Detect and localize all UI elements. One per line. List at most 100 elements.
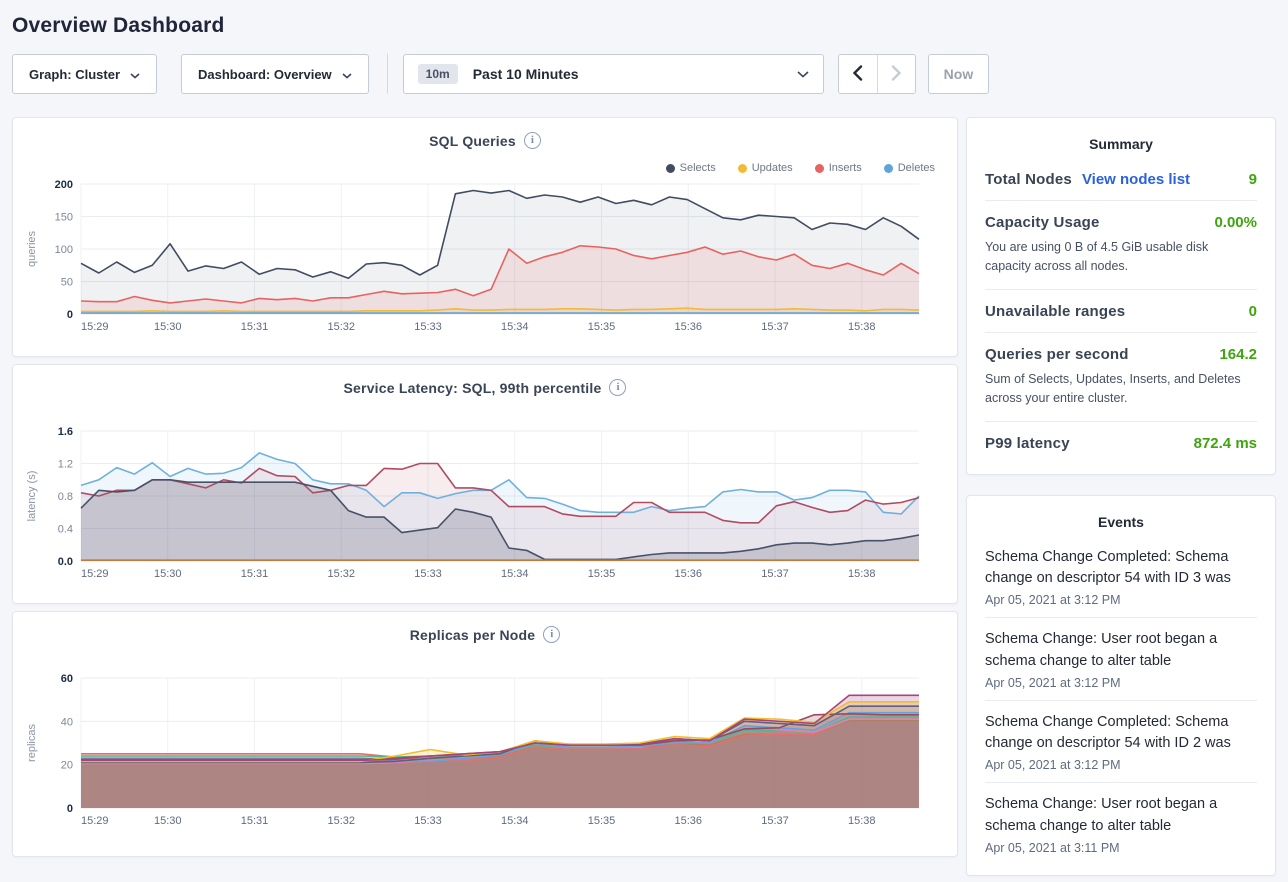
svg-text:15:38: 15:38 (848, 815, 876, 827)
time-range-label: Past 10 Minutes (473, 66, 579, 82)
sql-queries-chart: 15:2915:3015:3115:3215:3315:3415:3515:36… (21, 172, 949, 344)
event-item[interactable]: Schema Change: User root began a schema … (985, 617, 1257, 700)
chart-title: Service Latency: SQL, 99th percentile (344, 380, 602, 396)
svg-text:15:38: 15:38 (848, 568, 876, 580)
next-interval-button[interactable] (877, 55, 915, 93)
event-text: Schema Change Completed: Schema change o… (985, 547, 1257, 591)
toolbar-divider (387, 54, 388, 94)
chart-plot-area: 15:2915:3015:3115:3215:3315:3415:3515:36… (21, 419, 949, 596)
svg-text:15:32: 15:32 (327, 321, 355, 333)
chevron-left-icon (852, 65, 863, 84)
events-panel: Events Schema Change Completed: Schema c… (966, 495, 1276, 876)
svg-text:15:30: 15:30 (154, 815, 182, 827)
time-range-picker[interactable]: 10m Past 10 Minutes (403, 54, 824, 94)
event-item[interactable]: Schema Change: User root began a schema … (985, 782, 1257, 865)
svg-text:50: 50 (61, 277, 73, 289)
svg-text:150: 150 (55, 212, 73, 224)
event-timestamp: Apr 05, 2021 at 3:11 PM (985, 841, 1257, 855)
dashboard-dropdown-label: Dashboard: Overview (198, 67, 332, 82)
sidebar-column: Summary Total Nodes View nodes list 9 Ca… (966, 117, 1276, 876)
svg-text:15:37: 15:37 (761, 568, 789, 580)
svg-text:1.6: 1.6 (58, 426, 73, 438)
info-icon[interactable]: i (609, 379, 626, 396)
svg-text:replicas: replicas (26, 724, 38, 762)
dashboard-content: SQL Queries i SelectsUpdatesInsertsDelet… (12, 117, 1276, 876)
info-icon[interactable]: i (543, 626, 560, 643)
qps-label: Queries per second (985, 346, 1129, 363)
event-text: Schema Change Completed: Schema change o… (985, 712, 1257, 756)
overview-dashboard-page: Overview Dashboard Graph: Cluster Dashbo… (0, 14, 1288, 876)
svg-text:15:31: 15:31 (241, 321, 269, 333)
graph-dropdown-label: Graph: Cluster (29, 67, 120, 82)
total-nodes-label: Total Nodes (985, 171, 1072, 188)
svg-text:0.8: 0.8 (58, 491, 73, 503)
prev-interval-button[interactable] (839, 55, 877, 93)
svg-text:100: 100 (55, 244, 73, 256)
chart-title: Replicas per Node (410, 627, 536, 643)
svg-text:15:36: 15:36 (674, 321, 702, 333)
svg-text:15:29: 15:29 (81, 568, 109, 580)
svg-text:15:35: 15:35 (588, 321, 616, 333)
svg-text:15:29: 15:29 (81, 815, 109, 827)
svg-text:15:36: 15:36 (674, 815, 702, 827)
svg-text:15:35: 15:35 (588, 815, 616, 827)
summary-row-qps: Queries per second 164.2 Sum of Selects,… (985, 333, 1257, 422)
page-title: Overview Dashboard (12, 14, 1276, 38)
event-item[interactable]: Schema Change Completed: Schema change o… (985, 536, 1257, 618)
svg-text:40: 40 (61, 716, 73, 728)
chart-title-row: SQL Queries i (13, 132, 957, 149)
events-title: Events (985, 514, 1257, 530)
view-nodes-list-link[interactable]: View nodes list (1082, 171, 1190, 188)
event-timestamp: Apr 05, 2021 at 3:12 PM (985, 676, 1257, 690)
dashboard-dropdown[interactable]: Dashboard: Overview (181, 54, 369, 94)
time-pager (838, 54, 916, 94)
dashboard-toolbar: Graph: Cluster Dashboard: Overview 10m P… (12, 54, 1276, 94)
svg-text:15:34: 15:34 (501, 815, 529, 827)
chevron-down-icon (342, 67, 352, 82)
graph-dropdown[interactable]: Graph: Cluster (12, 54, 157, 94)
now-button[interactable]: Now (928, 54, 990, 94)
svg-text:0: 0 (67, 309, 73, 321)
charts-column: SQL Queries i SelectsUpdatesInsertsDelet… (12, 117, 958, 857)
svg-text:15:34: 15:34 (501, 568, 529, 580)
svg-text:1.2: 1.2 (58, 459, 73, 471)
svg-text:15:30: 15:30 (154, 321, 182, 333)
svg-text:15:29: 15:29 (81, 321, 109, 333)
svg-text:15:33: 15:33 (414, 815, 442, 827)
svg-text:15:34: 15:34 (501, 321, 529, 333)
chart-title-row: Service Latency: SQL, 99th percentile i (13, 379, 957, 396)
summary-panel: Summary Total Nodes View nodes list 9 Ca… (966, 117, 1276, 475)
chart-plot-area: 15:2915:3015:3115:3215:3315:3415:3515:36… (21, 172, 949, 349)
svg-text:15:38: 15:38 (848, 321, 876, 333)
svg-text:15:32: 15:32 (327, 815, 355, 827)
event-text: Schema Change: User root began a schema … (985, 794, 1257, 838)
event-item[interactable]: Schema Change Completed: Schema change o… (985, 700, 1257, 783)
chevron-down-icon (130, 67, 140, 82)
chart-title-row: Replicas per Node i (13, 626, 957, 643)
svg-text:15:36: 15:36 (674, 568, 702, 580)
event-timestamp: Apr 05, 2021 at 3:12 PM (985, 758, 1257, 772)
svg-text:15:30: 15:30 (154, 568, 182, 580)
summary-row-p99-latency: P99 latency 872.4 ms (985, 422, 1257, 464)
unavailable-ranges-label: Unavailable ranges (985, 303, 1125, 320)
capacity-usage-description: You are using 0 B of 4.5 GiB usable disk… (985, 238, 1257, 277)
svg-text:15:31: 15:31 (241, 815, 269, 827)
qps-description: Sum of Selects, Updates, Inserts, and De… (985, 370, 1257, 409)
svg-text:15:37: 15:37 (761, 321, 789, 333)
svg-text:200: 200 (55, 179, 73, 191)
svg-text:0: 0 (67, 803, 73, 815)
p99-latency-label: P99 latency (985, 435, 1070, 452)
svg-text:15:32: 15:32 (327, 568, 355, 580)
svg-text:20: 20 (61, 760, 73, 772)
summary-title: Summary (985, 136, 1257, 152)
event-text: Schema Change: User root began a schema … (985, 629, 1257, 673)
event-timestamp: Apr 05, 2021 at 3:12 PM (985, 593, 1257, 607)
info-icon[interactable]: i (524, 132, 541, 149)
sql-queries-chart-panel: SQL Queries i SelectsUpdatesInsertsDelet… (12, 117, 958, 357)
unavailable-ranges-value: 0 (1249, 303, 1257, 320)
time-range-chip: 10m (418, 64, 458, 84)
service-latency-chart: 15:2915:3015:3115:3215:3315:3415:3515:36… (21, 419, 949, 591)
svg-text:0.4: 0.4 (58, 524, 73, 536)
chevron-right-icon (891, 65, 902, 84)
replicas-per-node-chart-panel: Replicas per Node i 15:29 15:30 15:31 15:32… (12, 611, 958, 857)
